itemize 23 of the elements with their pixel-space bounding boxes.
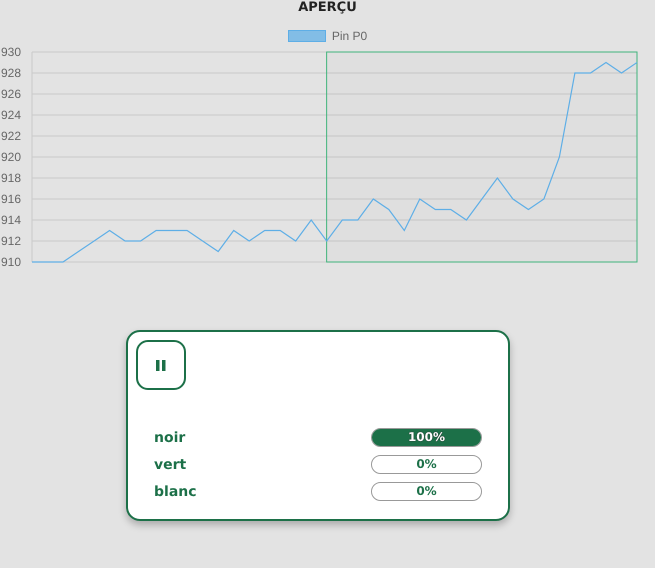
channel-label: noir	[154, 430, 186, 446]
axis-label: 930	[0, 45, 21, 59]
axis-label: 912	[0, 234, 21, 248]
selection-box[interactable]	[326, 52, 638, 262]
level-reading: 0%	[415, 456, 438, 473]
axis-label: 920	[0, 150, 21, 164]
axis-label: 928	[0, 66, 21, 80]
chart-title: APERÇU	[297, 0, 358, 13]
legend-swatch[interactable]	[288, 30, 326, 42]
axis-label: 916	[0, 192, 21, 206]
axis-label: 926	[0, 87, 21, 101]
channel-label: vert	[154, 456, 186, 472]
level-reading: 100%	[406, 429, 446, 446]
axis-label: 924	[0, 108, 21, 122]
level-reading: 0%	[415, 483, 438, 500]
pause-button[interactable]	[136, 340, 186, 390]
legend-label[interactable]: Pin P0	[332, 29, 368, 43]
axis-label: 918	[0, 171, 21, 185]
pause-icon	[156, 360, 166, 370]
axis-label: 910	[0, 255, 21, 269]
channel-label: blanc	[154, 484, 197, 500]
axis-label: 922	[0, 129, 21, 143]
axis-label: 914	[0, 213, 21, 227]
